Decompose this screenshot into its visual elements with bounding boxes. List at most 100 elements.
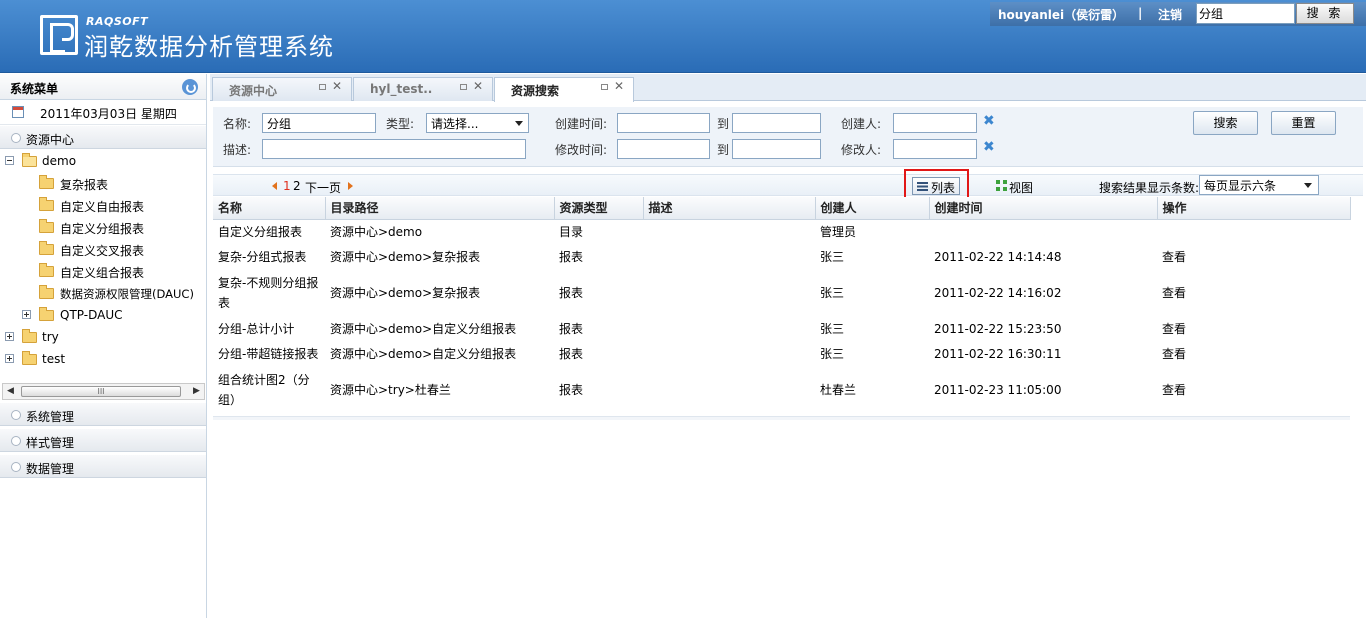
- logout-link[interactable]: 注销: [1158, 6, 1182, 23]
- restore-icon[interactable]: [319, 84, 326, 90]
- view-link[interactable]: 查看: [1157, 244, 1350, 269]
- global-search-input[interactable]: [1196, 3, 1295, 24]
- cell-creator: 张三: [820, 346, 845, 361]
- table-row[interactable]: 分组-带超链接报表 资源中心>demo>自定义分组报表 报表 张三 2011-0…: [213, 341, 1350, 366]
- column-header[interactable]: 描述: [643, 197, 816, 220]
- global-search-button[interactable]: 搜 索: [1296, 3, 1354, 24]
- page-1-link[interactable]: 1: [283, 179, 291, 193]
- close-icon[interactable]: ✕: [473, 79, 483, 93]
- list-view-highlight: 列表: [904, 169, 969, 199]
- expand-toggle-icon[interactable]: [5, 332, 14, 341]
- tree-node-qtp[interactable]: QTP-DAUC: [0, 305, 200, 327]
- created-to-input[interactable]: [732, 113, 821, 133]
- restore-icon[interactable]: [601, 84, 608, 90]
- desc-input[interactable]: [262, 139, 526, 159]
- table-row[interactable]: 分组-总计小计 资源中心>demo>自定义分组报表 报表 张三 2011-02-…: [213, 316, 1350, 341]
- tab-resource-search[interactable]: 资源搜索 ✕: [494, 77, 634, 102]
- cell-creator: 张三: [820, 249, 845, 264]
- cell-created: 2011-02-22 14:14:48: [934, 249, 1062, 264]
- tab-resource-center[interactable]: 资源中心 ✕: [212, 77, 352, 101]
- tree-horizontal-scrollbar[interactable]: ◀ III ▶: [2, 383, 205, 400]
- tree-node-label: 自定义分组报表: [60, 222, 145, 236]
- tab-label: 资源搜索: [511, 84, 560, 98]
- grid-view-icon[interactable]: [996, 180, 1007, 191]
- clear-modifier-icon[interactable]: ✖: [983, 139, 995, 155]
- accordion-system-admin[interactable]: 系统管理: [0, 402, 206, 426]
- refresh-icon[interactable]: [182, 79, 198, 95]
- column-header[interactable]: 目录路径: [325, 197, 555, 220]
- tree-node-report[interactable]: 复杂报表: [0, 173, 205, 195]
- page-2-link[interactable]: 2: [293, 179, 301, 193]
- cell-desc: [643, 219, 815, 244]
- next-page-link[interactable]: 下一页: [305, 179, 341, 196]
- column-header[interactable]: 创建人: [815, 197, 930, 220]
- cell-type: 报表: [559, 285, 584, 300]
- cell-created: 2011-02-23 11:05:00: [934, 382, 1062, 397]
- accordion-style-admin[interactable]: 样式管理: [0, 428, 206, 452]
- expand-toggle-icon[interactable]: [5, 354, 14, 363]
- view-link[interactable]: [1157, 219, 1350, 244]
- accordion-resource-center[interactable]: 资源中心: [0, 125, 206, 149]
- view-link[interactable]: 查看: [1157, 366, 1350, 413]
- per-page-select[interactable]: 每页显示六条: [1199, 175, 1319, 195]
- tree-node-report[interactable]: 自定义交叉报表: [0, 239, 205, 261]
- tree-node-label: demo: [42, 154, 77, 168]
- column-header[interactable]: 创建时间: [929, 197, 1158, 220]
- created-from-input[interactable]: [617, 113, 710, 133]
- table-row[interactable]: 组合统计图2（分组） 资源中心>try>杜春兰 报表 杜春兰 2011-02-2…: [213, 366, 1350, 413]
- tree-node-report[interactable]: 数据资源权限管理(DAUC): [0, 283, 205, 305]
- cell-creator: 管理员: [820, 224, 857, 239]
- expand-toggle-icon[interactable]: [22, 310, 31, 319]
- folder-icon: [39, 219, 54, 233]
- scroll-right-icon[interactable]: ▶: [189, 384, 204, 399]
- scroll-left-icon[interactable]: ◀: [3, 384, 18, 399]
- column-header[interactable]: 操作: [1157, 197, 1351, 220]
- tab-hyl-test[interactable]: hyl_test.. ✕: [353, 77, 493, 101]
- name-input[interactable]: [262, 113, 376, 133]
- grid-view-label[interactable]: 视图: [1009, 179, 1033, 196]
- expand-bullet-icon: [11, 436, 21, 446]
- cell-path: 资源中心>demo>复杂报表: [330, 285, 481, 300]
- modifier-input[interactable]: [893, 139, 977, 159]
- cell-desc: [643, 316, 815, 341]
- tree-node-try[interactable]: try: [0, 327, 200, 349]
- tree-node-test[interactable]: test: [0, 349, 200, 371]
- accordion-data-admin[interactable]: 数据管理: [0, 454, 206, 478]
- close-icon[interactable]: ✕: [332, 79, 342, 93]
- next-page-icon[interactable]: [348, 182, 353, 190]
- cell-name: 复杂-分组式报表: [218, 249, 307, 264]
- modified-to-input[interactable]: [732, 139, 821, 159]
- folder-icon: [39, 307, 54, 321]
- tree-node-report[interactable]: 自定义自由报表: [0, 195, 205, 217]
- creator-input[interactable]: [893, 113, 977, 133]
- clear-creator-icon[interactable]: ✖: [983, 113, 995, 129]
- collapse-toggle-icon[interactable]: [5, 156, 14, 165]
- folder-icon: [39, 241, 54, 255]
- per-page-label: 搜索结果显示条数:: [1099, 181, 1200, 195]
- raqsoft-logo-icon: [40, 15, 78, 55]
- table-row[interactable]: 复杂-分组式报表 资源中心>demo>复杂报表 报表 张三 2011-02-22…: [213, 244, 1350, 269]
- modified-from-input[interactable]: [617, 139, 710, 159]
- reset-button[interactable]: 重置: [1271, 111, 1336, 135]
- restore-icon[interactable]: [460, 84, 467, 90]
- tree-node-report[interactable]: 自定义组合报表: [0, 261, 205, 283]
- prev-page-icon[interactable]: [272, 182, 277, 190]
- view-link[interactable]: 查看: [1157, 269, 1350, 316]
- search-button[interactable]: 搜索: [1193, 111, 1258, 135]
- close-icon[interactable]: ✕: [614, 79, 624, 93]
- list-view-button[interactable]: 列表: [912, 177, 960, 195]
- view-link[interactable]: 查看: [1157, 341, 1350, 366]
- table-row[interactable]: 复杂-不规则分组报表 资源中心>demo>复杂报表 报表 张三 2011-02-…: [213, 269, 1350, 316]
- scroll-thumb[interactable]: III: [21, 386, 181, 397]
- tree-node-report[interactable]: 自定义分组报表: [0, 217, 205, 239]
- cell-type: 报表: [559, 346, 584, 361]
- current-user: houyanlei（侯衍雷）: [998, 8, 1125, 22]
- tree-node-demo[interactable]: demo: [0, 151, 200, 173]
- column-header[interactable]: 名称: [213, 197, 326, 220]
- view-link[interactable]: 查看: [1157, 316, 1350, 341]
- results-table: 名称 目录路径 资源类型 描述 创建人 创建时间 操作 自定义分组报表 资源中心…: [213, 197, 1351, 413]
- table-row[interactable]: 自定义分组报表 资源中心>demo 目录 管理员: [213, 219, 1350, 244]
- column-header[interactable]: 资源类型: [554, 197, 644, 220]
- cell-type: 目录: [559, 224, 584, 239]
- type-select[interactable]: 请选择...: [426, 113, 529, 133]
